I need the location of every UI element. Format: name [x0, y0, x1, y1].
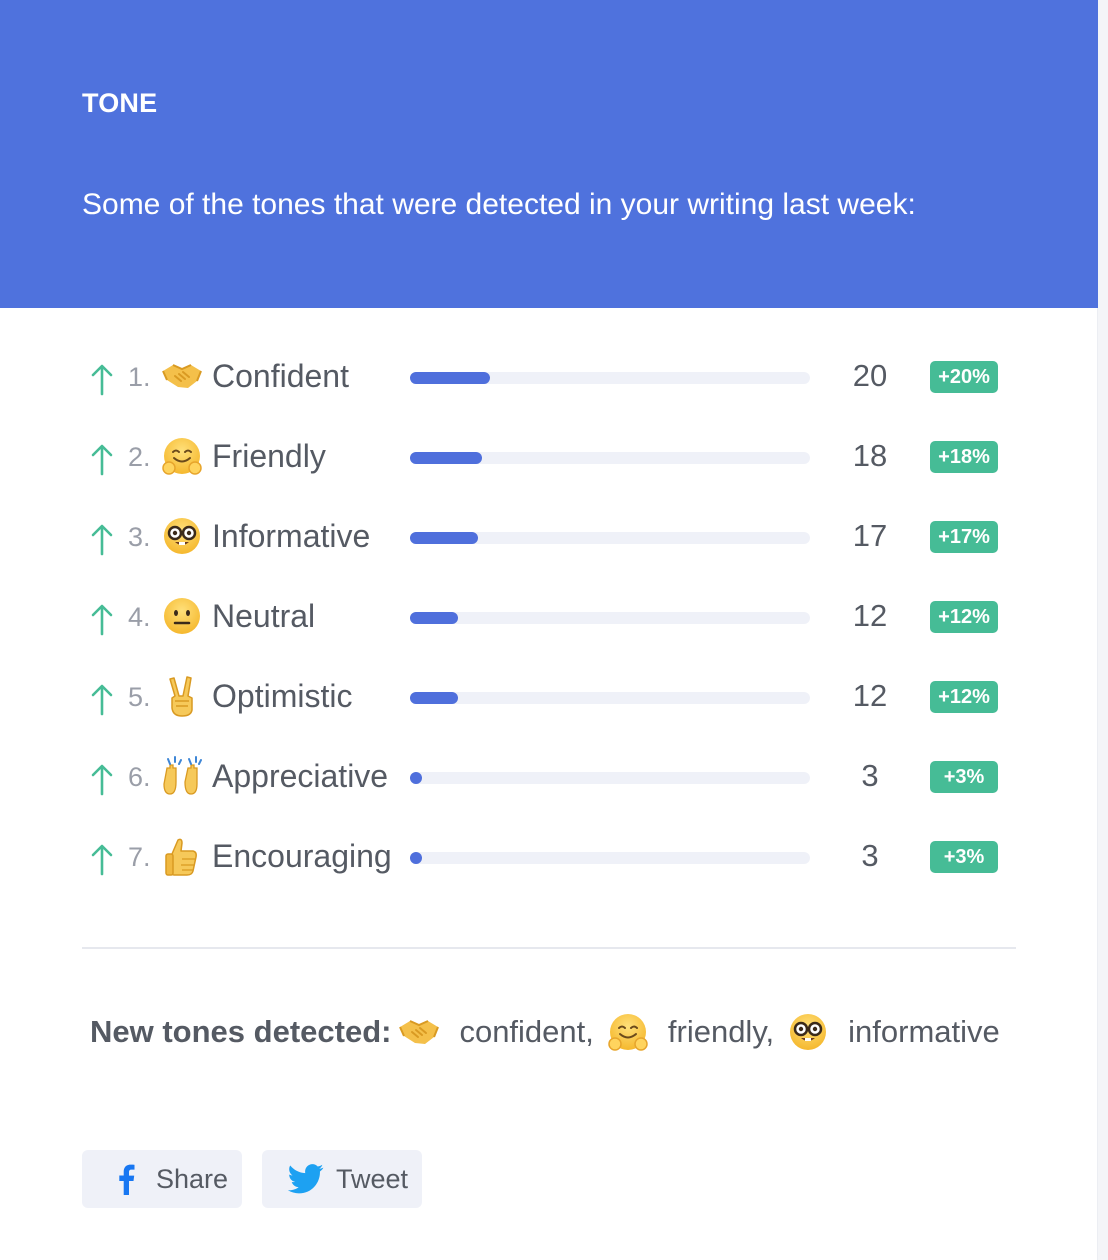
tone-bar-track	[410, 772, 810, 784]
tone-bar-track	[410, 852, 810, 864]
tone-rank: 3.	[128, 522, 151, 552]
new-tone-word: informative	[848, 1014, 1000, 1049]
share-label: Share	[156, 1163, 229, 1194]
tone-bar-fill	[410, 612, 458, 624]
tone-rank: 4.	[128, 602, 151, 632]
tweet-label: Tweet	[336, 1163, 409, 1194]
tone-count: 12	[852, 678, 888, 713]
tone-count: 3	[861, 758, 879, 793]
tone-change-badge: +20%	[930, 361, 998, 393]
tone-bar-fill	[410, 532, 478, 544]
tone-count: 18	[852, 438, 888, 473]
tone-row: 4. Neutral 12 +12%	[0, 578, 1098, 658]
tone-row: 3. Informative 17 +17%	[0, 498, 1098, 578]
new-tones-title: New tones detected:	[90, 1014, 392, 1049]
tone-bar-track	[410, 692, 810, 704]
section-title: TONE	[82, 88, 158, 118]
tone-label: Appreciative	[212, 758, 389, 794]
tone-rank: 7.	[128, 842, 151, 872]
tone-bar-track	[410, 372, 810, 384]
tone-count: 12	[852, 598, 888, 633]
trend-up-icon	[90, 842, 114, 876]
tone-bar-fill	[410, 852, 422, 864]
twitter-icon	[286, 1163, 326, 1195]
tone-bar-fill	[410, 692, 458, 704]
tone-bar-fill	[410, 452, 482, 464]
tone-label: Encouraging	[212, 838, 392, 874]
trend-up-icon	[90, 362, 114, 396]
hugging-face-icon	[160, 434, 204, 478]
divider	[82, 947, 1016, 949]
page-right-edge	[1097, 0, 1108, 1260]
tone-rank: 1.	[128, 362, 151, 392]
tone-label: Neutral	[212, 598, 316, 634]
section-subtitle: Some of the tones that were detected in …	[82, 188, 916, 221]
tone-count: 17	[852, 518, 888, 553]
tone-header: TONE Some of the tones that were detecte…	[0, 0, 1098, 308]
tone-count: 3	[861, 838, 879, 873]
trend-up-icon	[90, 762, 114, 796]
tone-row: 5. Optimistic 12 +12%	[0, 658, 1098, 738]
tone-change-badge: +17%	[930, 521, 998, 553]
victory-hand-icon	[160, 674, 204, 718]
tone-list: 1. Confident 20 +20% 2. Friendly 18 +18% 3. Infor…	[0, 338, 1098, 898]
handshake-icon	[397, 1010, 441, 1054]
tone-row: 6. Appreciative 3 +3%	[0, 738, 1098, 818]
tone-row: 2. Friendly 18 +18%	[0, 418, 1098, 498]
tone-bar-track	[410, 532, 810, 544]
tone-change-badge: +3%	[930, 761, 998, 793]
tone-bar-track	[410, 612, 810, 624]
neutral-face-icon	[160, 594, 204, 638]
thumbs-up-icon	[160, 834, 204, 878]
tone-row: 1. Confident 20 +20%	[0, 338, 1098, 418]
tone-bar-fill	[410, 772, 422, 784]
tone-row: 7. Encouraging 3 +3%	[0, 818, 1098, 898]
tone-rank: 6.	[128, 762, 151, 792]
tone-label: Informative	[212, 518, 371, 554]
tone-change-badge: +3%	[930, 841, 998, 873]
tone-bar-track	[410, 452, 810, 464]
new-tone-word: confident,	[459, 1014, 594, 1049]
raised-hands-icon	[160, 754, 204, 798]
new-tone-word: friendly,	[667, 1014, 775, 1049]
new-tones-line: New tones detected: confident, friendly, i…	[90, 1008, 1010, 1056]
trend-up-icon	[90, 522, 114, 556]
trend-up-icon	[90, 682, 114, 716]
trend-up-icon	[90, 602, 114, 636]
handshake-icon	[160, 354, 204, 398]
tone-change-badge: +18%	[930, 441, 998, 473]
nerd-face-icon	[160, 514, 204, 558]
share-button[interactable]: Share	[82, 1150, 242, 1208]
tone-bar-fill	[410, 372, 490, 384]
facebook-icon	[106, 1163, 146, 1195]
tone-change-badge: +12%	[930, 601, 998, 633]
tone-label: Optimistic	[212, 678, 353, 714]
nerd-face-icon	[786, 1010, 830, 1054]
tone-label: Friendly	[212, 438, 326, 474]
tone-rank: 2.	[128, 442, 151, 472]
hugging-face-icon	[606, 1010, 650, 1054]
tone-change-badge: +12%	[930, 681, 998, 713]
tone-count: 20	[852, 358, 888, 393]
tone-label: Confident	[212, 358, 349, 394]
tweet-button[interactable]: Tweet	[262, 1150, 422, 1208]
trend-up-icon	[90, 442, 114, 476]
tone-rank: 5.	[128, 682, 151, 712]
